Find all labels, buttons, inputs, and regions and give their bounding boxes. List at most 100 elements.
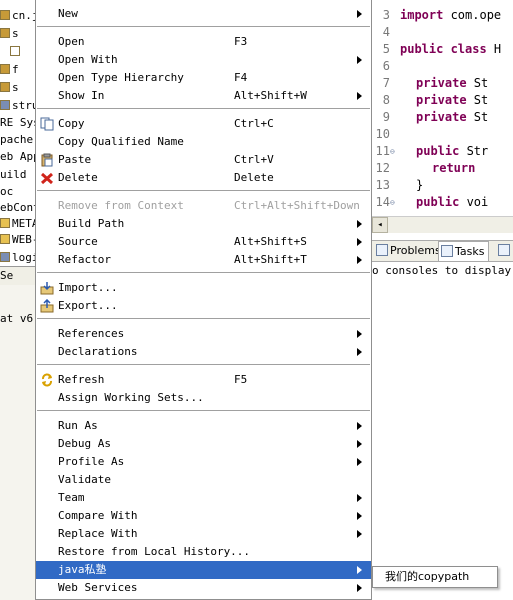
code-line: 13} <box>372 177 513 194</box>
tree-item[interactable]: stru <box>0 98 36 114</box>
tree-item[interactable]: uild <box>0 167 27 183</box>
menu-item-run-as[interactable]: Run As <box>36 417 371 435</box>
menu-separator <box>37 26 370 28</box>
menu-item-open-with[interactable]: Open With <box>36 51 371 69</box>
menu-item-label: Import... <box>58 281 118 294</box>
menu-separator <box>37 190 370 192</box>
tasks-icon <box>441 245 453 257</box>
menu-item-copy-qualified-name[interactable]: Copy Qualified Name <box>36 133 371 151</box>
expand-icon[interactable] <box>10 46 20 56</box>
tree-item-label: cn.j <box>12 9 37 22</box>
submenu-arrow-icon <box>357 440 362 448</box>
console-message: o consoles to display at <box>372 264 513 277</box>
tree-item[interactable]: eb App <box>0 149 37 165</box>
views-tab-bar: Problems Tasks <box>372 240 513 262</box>
menu-item-profile-as[interactable]: Profile As <box>36 453 371 471</box>
tree-item-label: eb App <box>0 150 37 163</box>
menu-item-label: Compare With <box>58 509 138 522</box>
line-number: 14 <box>375 195 390 209</box>
tree-item[interactable]: s <box>0 80 19 96</box>
tree-item[interactable]: f <box>0 62 19 78</box>
tree-item[interactable]: RE Sys <box>0 115 36 131</box>
line-number: 7 <box>382 76 390 90</box>
menu-item-open[interactable]: Open F3 <box>36 33 371 51</box>
menu-item-web-services[interactable]: Web Services <box>36 579 371 597</box>
tree-item[interactable]: oc <box>0 184 13 200</box>
line-number: 4 <box>382 25 390 39</box>
code-line: 4 <box>372 24 513 41</box>
menu-item-build-path[interactable]: Build Path <box>36 215 371 233</box>
menu-item-replace-with[interactable]: Replace With <box>36 525 371 543</box>
code-text: } <box>416 178 424 192</box>
menu-item-refresh[interactable]: Refresh F5 <box>36 371 371 389</box>
submenu-arrow-icon <box>357 566 362 574</box>
servers-tab-label: Se <box>0 269 14 282</box>
menu-item-new[interactable]: New <box>36 5 371 23</box>
menu-item-references[interactable]: References <box>36 325 371 343</box>
submenu-item-copypath[interactable]: 我们的copypath <box>385 569 469 587</box>
menu-separator <box>37 108 370 110</box>
menu-item-delete[interactable]: Delete Delete <box>36 169 371 187</box>
servers-tab[interactable]: Se <box>0 266 36 286</box>
tree-item[interactable]: META <box>0 216 36 232</box>
fold-icon[interactable]: ⊖ <box>390 194 400 211</box>
tree-item-label: s <box>12 81 19 94</box>
menu-item-team[interactable]: Team <box>36 489 371 507</box>
fold-icon[interactable]: ⊖ <box>390 143 400 160</box>
menu-item-label: Open With <box>58 53 118 66</box>
code-line: 10 <box>372 126 513 143</box>
folder-icon <box>0 234 10 244</box>
line-number: 11 <box>375 144 390 158</box>
menu-item-assign-working-sets[interactable]: Assign Working Sets... <box>36 389 371 407</box>
tree-item[interactable]: s <box>0 26 19 42</box>
tree-item[interactable]: logi <box>0 250 36 266</box>
menu-item-open-type-hierarchy[interactable]: Open Type Hierarchy F4 <box>36 69 371 87</box>
line-number: 13 <box>375 178 390 192</box>
java-editor[interactable]: 3 import com.ope 4 5 public class H 6 7 private… <box>372 0 513 236</box>
submenu-arrow-icon <box>357 256 362 264</box>
menu-item-validate[interactable]: Validate <box>36 471 371 489</box>
tree-item[interactable]: pache <box>0 132 33 148</box>
delete-icon <box>40 171 54 185</box>
context-menu: New Open F3 Open With Open Type Hierarchy F4 S… <box>35 0 372 600</box>
tree-item[interactable]: WEB- <box>0 232 36 248</box>
view-tab-label: Tasks <box>455 245 485 258</box>
menu-item-import[interactable]: Import... <box>36 279 371 297</box>
menu-item-label: Debug As <box>58 437 111 450</box>
menu-item-compare-with[interactable]: Compare With <box>36 507 371 525</box>
view-tab[interactable]: Problems <box>374 241 441 261</box>
submenu-arrow-icon <box>357 10 362 18</box>
submenu-arrow-icon <box>357 494 362 502</box>
view-tab[interactable]: Tasks <box>438 241 490 261</box>
code-text: St <box>466 93 489 107</box>
tree-item[interactable] <box>10 44 22 60</box>
tree-item-label: pache <box>0 133 34 146</box>
menu-item-show-in[interactable]: Show In Alt+Shift+W <box>36 87 371 105</box>
menu-item-shortcut: Alt+Shift+W <box>234 89 307 102</box>
editor-horizontal-scrollbar[interactable]: ◂ <box>372 216 513 233</box>
tree-item[interactable]: ebCont <box>0 200 36 216</box>
menu-item-shortcut: F3 <box>234 35 248 48</box>
menu-item-debug-as[interactable]: Debug As <box>36 435 371 453</box>
menu-item-declarations[interactable]: Declarations <box>36 343 371 361</box>
view-tab[interactable] <box>496 241 512 261</box>
menu-item-java[interactable]: java私塾 <box>36 561 371 579</box>
submenu-arrow-icon <box>357 512 362 520</box>
code-keyword: private <box>416 76 467 90</box>
code-line: 8 private St <box>372 92 513 109</box>
menu-item-label: Refresh <box>58 373 105 386</box>
tree-item[interactable]: cn.j <box>0 8 37 24</box>
menu-item-restore-from-local-history[interactable]: Restore from Local History... <box>36 543 371 561</box>
menu-item-refactor[interactable]: Refactor Alt+Shift+T <box>36 251 371 269</box>
menu-item-export[interactable]: Export... <box>36 297 371 315</box>
servers-view: at v6.0 <box>0 285 46 600</box>
submenu-arrow-icon <box>357 330 362 338</box>
paste-icon <box>40 153 54 167</box>
menu-item-copy[interactable]: Copy Ctrl+C <box>36 115 371 133</box>
scroll-left-button[interactable]: ◂ <box>372 217 388 233</box>
menu-item-paste[interactable]: Paste Ctrl+V <box>36 151 371 169</box>
refresh-icon <box>40 373 54 387</box>
code-line: 5 public class H <box>372 41 513 58</box>
menu-item-source[interactable]: Source Alt+Shift+S <box>36 233 371 251</box>
view-icon <box>498 244 510 256</box>
